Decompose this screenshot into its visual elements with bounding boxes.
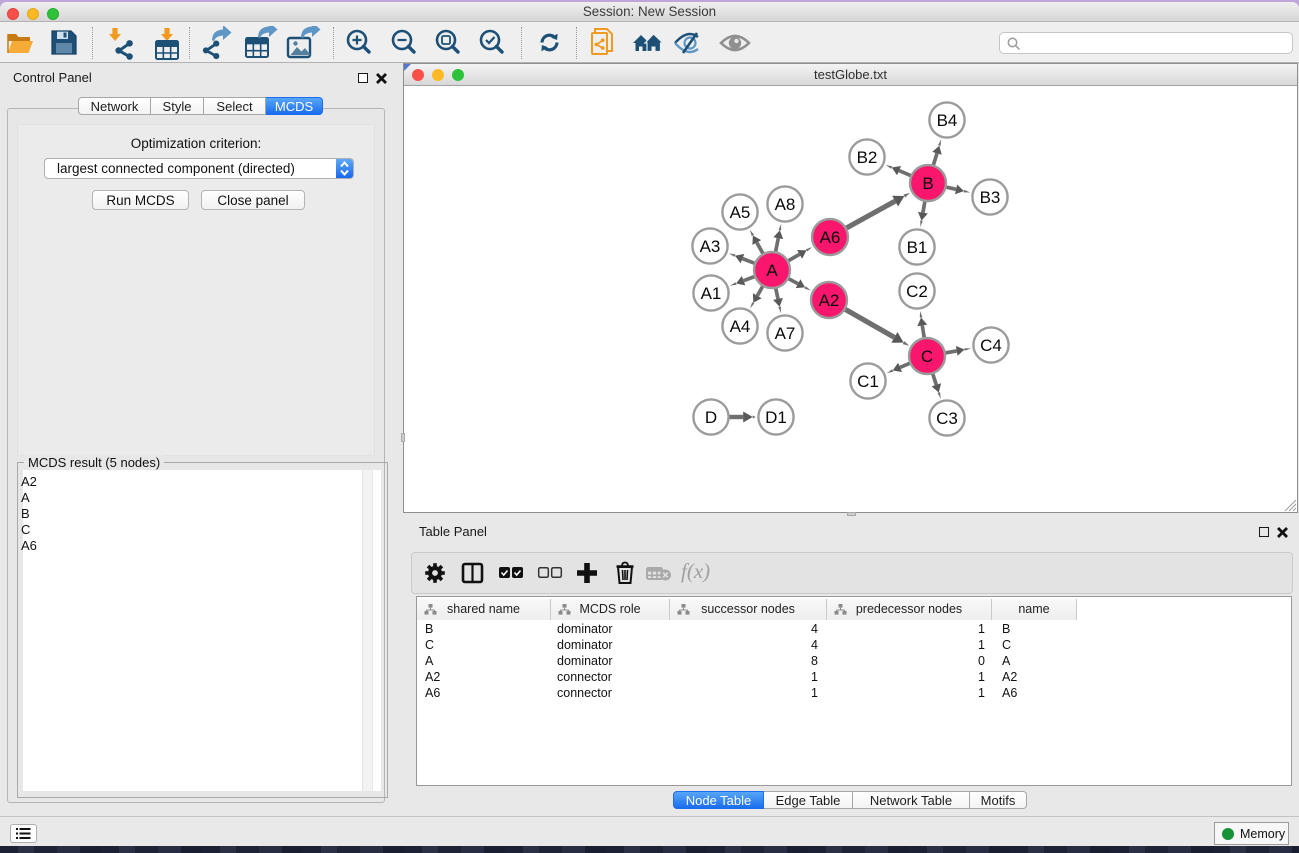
svg-text:C3: C3: [936, 409, 958, 428]
svg-text:B: B: [922, 174, 933, 193]
svg-text:C: C: [921, 347, 933, 366]
svg-text:B3: B3: [980, 188, 1001, 207]
svg-text:A6: A6: [820, 228, 841, 247]
svg-text:A2: A2: [819, 291, 840, 310]
svg-text:A4: A4: [730, 317, 751, 336]
svg-text:A5: A5: [730, 203, 751, 222]
svg-text:B1: B1: [907, 238, 928, 257]
svg-text:C2: C2: [906, 282, 928, 301]
svg-text:A3: A3: [700, 237, 721, 256]
svg-text:C1: C1: [857, 372, 879, 391]
svg-text:C4: C4: [980, 336, 1002, 355]
svg-text:B2: B2: [857, 148, 878, 167]
svg-text:A8: A8: [775, 195, 796, 214]
svg-text:A: A: [766, 261, 778, 280]
svg-text:A1: A1: [701, 284, 722, 303]
svg-text:D: D: [705, 408, 717, 427]
svg-text:D1: D1: [765, 408, 787, 427]
svg-text:A7: A7: [775, 324, 796, 343]
svg-text:B4: B4: [937, 111, 958, 130]
